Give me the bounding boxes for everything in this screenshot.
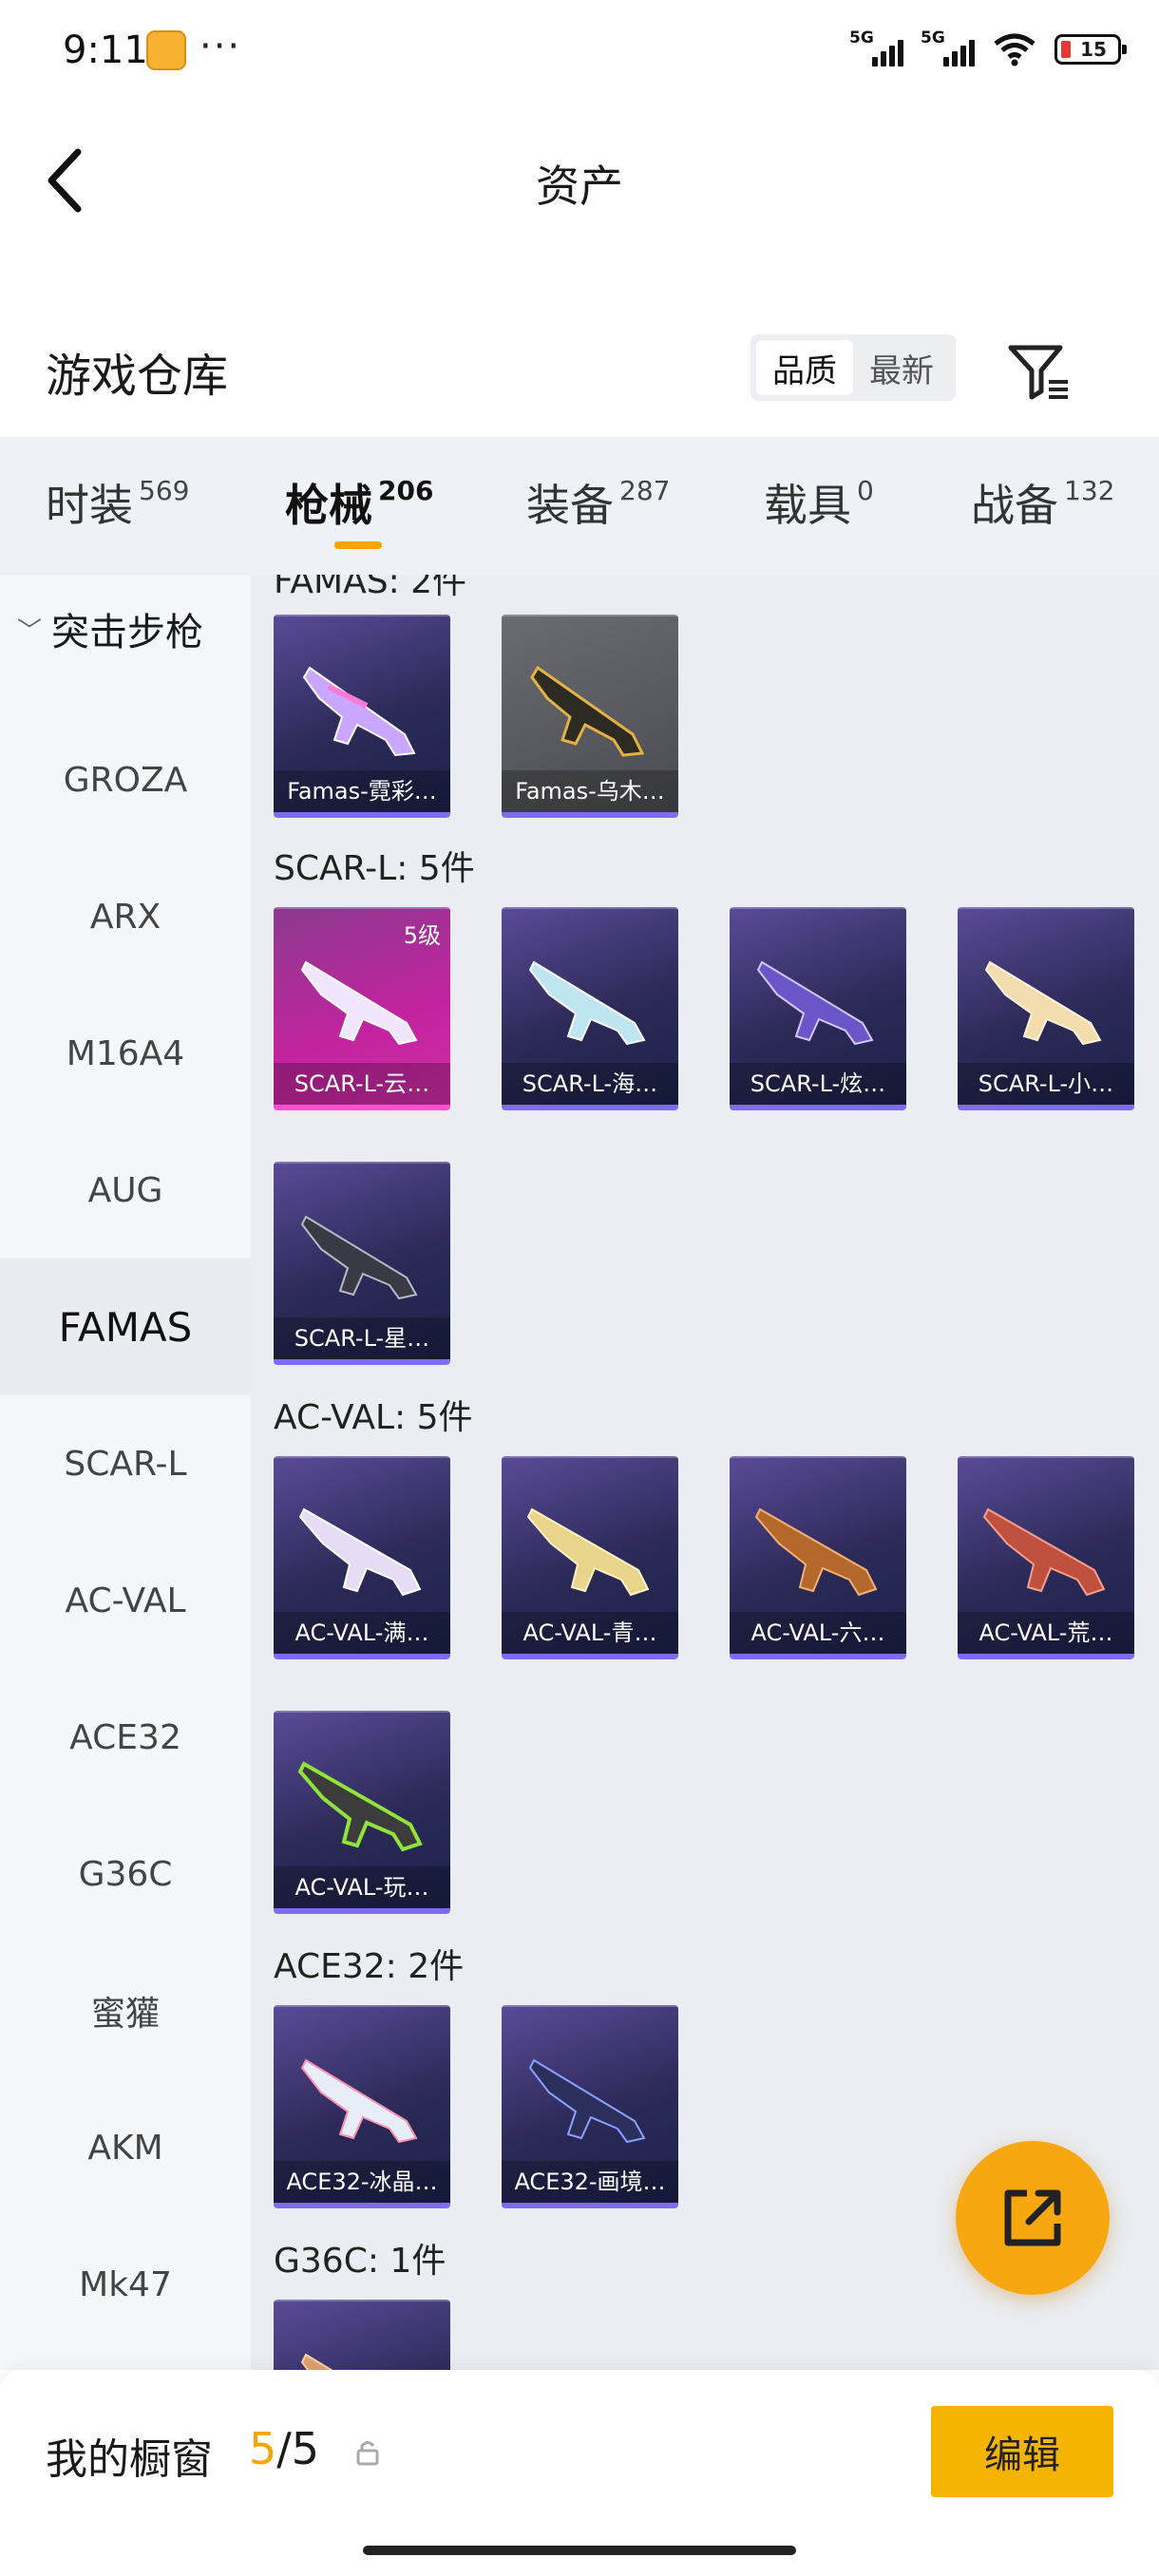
group-title-ace32: ACE32: 2件 xyxy=(274,1947,465,1986)
weapon-card[interactable]: Famas-霓彩… xyxy=(274,615,450,818)
weapon-card[interactable]: SCAR-L-炫… xyxy=(730,907,906,1110)
weapon-skin-image xyxy=(297,1761,423,1852)
sidebar-item-ac-val[interactable]: AC-VAL xyxy=(0,1532,251,1669)
weapon-card[interactable]: ACE32-冰晶… xyxy=(274,2005,450,2208)
weapon-card-name: AC-VAL-荒… xyxy=(958,1612,1134,1654)
weapon-card[interactable]: 5级 SCAR-L-云… xyxy=(274,907,450,1110)
weapon-card[interactable]: ACE32-画境… xyxy=(502,2005,678,2208)
weapon-card[interactable] xyxy=(274,2300,450,2370)
category-tabs: 时装 569 枪械 206 装备 287 载具 0 战备 132 xyxy=(0,437,1159,575)
weapon-sidebar: ﹀ 突击步枪 GROZA ARX M16A4 AUG FAMAS SCAR-L … xyxy=(0,575,251,2370)
weapon-card-name: AC-VAL-玩… xyxy=(274,1866,450,1908)
weapon-skin-image xyxy=(528,960,646,1046)
weapon-skin-image xyxy=(298,1507,422,1597)
weapon-grid: FAMAS: 2件 Famas-霓彩… Famas-乌木… SCAR-L: 5件… xyxy=(251,575,1159,2370)
weapon-skin-image xyxy=(302,666,416,757)
sort-toggle[interactable]: 品质 最新 xyxy=(750,334,956,401)
tab-firearms[interactable]: 枪械 206 xyxy=(285,471,433,534)
status-bar: 9:11 ··· 5G 5G 15 xyxy=(0,0,1159,104)
weapon-skin-image xyxy=(526,1507,650,1597)
app-notification-icon xyxy=(146,30,186,70)
weapon-card[interactable]: AC-VAL-六… xyxy=(730,1456,906,1659)
home-indicator[interactable] xyxy=(363,2546,796,2555)
group-title-ac-val: AC-VAL: 5件 xyxy=(274,1398,473,1437)
weapon-skin-image xyxy=(300,2353,333,2370)
weapon-card[interactable]: AC-VAL-荒… xyxy=(958,1456,1134,1659)
weapon-skin-image xyxy=(756,960,874,1046)
sidebar-item-honey-badger[interactable]: 蜜獾 xyxy=(0,1942,251,2079)
sidebar-item-g36c[interactable]: G36C xyxy=(0,1806,251,1942)
page-title: 资产 xyxy=(536,161,623,212)
weapon-skin-image xyxy=(528,2058,646,2144)
weapon-card[interactable]: AC-VAL-玩… xyxy=(274,1711,450,1914)
weapon-card-name: Famas-霓彩… xyxy=(274,770,450,812)
weapon-skin-image xyxy=(300,2058,418,2144)
weapon-skin-image xyxy=(982,1507,1106,1597)
sidebar-item-scar-l[interactable]: SCAR-L xyxy=(0,1395,251,1532)
section-title: 游戏仓库 xyxy=(46,350,229,403)
weapon-skin-image xyxy=(300,1215,418,1300)
weapon-card-name: ACE32-冰晶… xyxy=(274,2161,450,2203)
weapon-card-name: AC-VAL-六… xyxy=(730,1612,906,1654)
weapon-card-name: ACE32-画境… xyxy=(502,2161,678,2203)
sidebar-item-ace32[interactable]: ACE32 xyxy=(0,1669,251,1806)
tab-equipment[interactable]: 装备 287 xyxy=(526,471,670,534)
signal-icon-2: 5G xyxy=(921,28,975,66)
weapon-card-name: SCAR-L-炫… xyxy=(730,1063,906,1105)
sidebar-item-akm[interactable]: AKM xyxy=(0,2079,251,2216)
sidebar-item-famas[interactable]: FAMAS xyxy=(0,1259,251,1395)
weapon-card[interactable]: AC-VAL-青… xyxy=(502,1456,678,1659)
sidebar-item-mk47[interactable]: Mk47 xyxy=(0,2216,251,2353)
status-time: 9:11 xyxy=(63,28,148,72)
weapon-card[interactable]: SCAR-L-星… xyxy=(274,1162,450,1365)
weapon-card[interactable]: SCAR-L-小… xyxy=(958,907,1134,1110)
lock-icon xyxy=(356,2441,379,2466)
share-icon xyxy=(1004,2189,1061,2246)
weapon-card[interactable]: AC-VAL-满… xyxy=(274,1456,450,1659)
weapon-card-name: AC-VAL-满… xyxy=(274,1612,450,1654)
weapon-card-name: Famas-乌木… xyxy=(502,770,678,812)
weapon-skin-image xyxy=(984,960,1102,1046)
showcase-count: 5/5 xyxy=(249,2423,320,2474)
group-title-g36c: G36C: 1件 xyxy=(274,2242,446,2281)
weapon-card[interactable]: SCAR-L-海… xyxy=(502,907,678,1110)
sidebar-item-aug[interactable]: AUG xyxy=(0,1122,251,1259)
group-title-famas: FAMAS: 2件 xyxy=(274,575,467,601)
tab-supplies[interactable]: 战备 132 xyxy=(971,471,1114,534)
showcase-label: 我的橱窗 xyxy=(46,2435,213,2484)
sort-quality-button[interactable]: 品质 xyxy=(756,340,853,395)
weapon-skin-image xyxy=(754,1507,878,1597)
weapon-card-name: SCAR-L-小… xyxy=(958,1063,1134,1105)
sidebar-item-groza[interactable]: GROZA xyxy=(0,711,251,848)
sidebar-category[interactable]: ﹀ 突击步枪 xyxy=(17,601,203,656)
weapon-card-name: SCAR-L-云… xyxy=(274,1063,450,1105)
weapon-card-name: SCAR-L-星… xyxy=(274,1317,450,1359)
weapon-card-name: SCAR-L-海… xyxy=(502,1063,678,1105)
share-button[interactable] xyxy=(956,2141,1110,2295)
app-header: 资产 xyxy=(0,104,1159,247)
battery-icon: 15 xyxy=(1054,34,1127,65)
weapon-skin-image xyxy=(300,960,418,1046)
weapon-card-name: AC-VAL-青… xyxy=(502,1612,678,1654)
more-notifications-icon: ··· xyxy=(200,25,242,68)
active-tab-indicator xyxy=(334,541,382,549)
sort-latest-button[interactable]: 最新 xyxy=(853,340,950,395)
filter-icon[interactable] xyxy=(1005,338,1072,405)
edit-button[interactable]: 编辑 xyxy=(931,2406,1113,2497)
wifi-icon xyxy=(994,33,1036,66)
weapon-skin-image xyxy=(530,665,645,757)
weapon-card[interactable]: Famas-乌木… xyxy=(502,615,678,818)
group-title-scar-l: SCAR-L: 5件 xyxy=(274,849,475,888)
signal-icon-1: 5G xyxy=(849,28,903,66)
tab-vehicles[interactable]: 载具 0 xyxy=(764,471,874,534)
sidebar-item-arx[interactable]: ARX xyxy=(0,848,251,985)
tab-fashion[interactable]: 时装 569 xyxy=(46,471,189,534)
chevron-down-icon: ﹀ xyxy=(17,616,43,646)
sidebar-item-m16a4[interactable]: M16A4 xyxy=(0,985,251,1122)
warehouse-section: 游戏仓库 品质 最新 xyxy=(0,313,1159,427)
